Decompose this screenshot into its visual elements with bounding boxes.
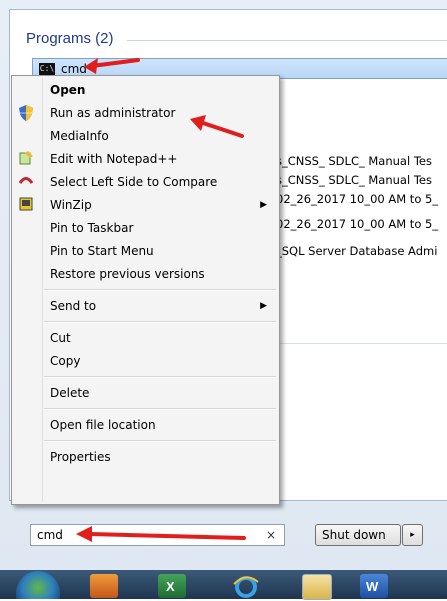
menu-item-label: Select Left Side to Compare — [50, 175, 218, 189]
divider — [276, 343, 447, 344]
menu-item-label: Copy — [50, 354, 81, 368]
menu-item-label: Properties — [50, 450, 111, 464]
menu-item-label: Open file location — [50, 418, 156, 432]
menu-item-open-file-location[interactable]: Open file location — [14, 414, 277, 436]
menu-item-label: Pin to Taskbar — [50, 221, 134, 235]
explorer-icon[interactable] — [302, 574, 332, 600]
menu-item-label: WinZip — [50, 198, 92, 212]
uac-shield-icon — [18, 105, 34, 121]
file-item[interactable]: _SQL Server Database Admi — [276, 242, 447, 261]
menu-item-label: Delete — [50, 386, 90, 400]
menu-item-pin-to-taskbar[interactable]: Pin to Taskbar — [14, 217, 277, 239]
submenu-arrow-icon: ▶ — [260, 301, 267, 311]
menu-separator — [44, 289, 276, 291]
shut-down-options-button[interactable]: ▸ — [402, 524, 423, 546]
menu-item-winzip[interactable]: WinZip ▶ — [14, 194, 277, 216]
menu-item-edit-with-notepad[interactable]: Edit with Notepad++ — [14, 148, 277, 170]
menu-item-restore-previous-versions[interactable]: Restore previous versions — [14, 263, 277, 285]
svg-text:W: W — [366, 579, 379, 594]
menu-item-open[interactable]: Open — [14, 79, 277, 101]
menu-item-properties[interactable]: Properties — [14, 446, 277, 468]
programs-header: Programs (2) — [26, 30, 114, 47]
menu-separator — [44, 321, 276, 323]
menu-item-label: Edit with Notepad++ — [50, 152, 178, 166]
programs-divider — [127, 40, 447, 41]
menu-item-label: Send to — [50, 299, 97, 313]
notepad-plus-icon — [18, 151, 34, 167]
file-item[interactable]: s_CNSS_ SDLC_ Manual Tes — [276, 152, 447, 171]
menu-item-label: Restore previous versions — [50, 267, 205, 281]
submenu-arrow-icon: ▶ — [260, 200, 267, 210]
menu-item-cut[interactable]: Cut — [14, 327, 277, 349]
file-item[interactable]: s_CNSS_ SDLC_ Manual Tes — [276, 171, 447, 190]
word-icon[interactable]: W — [360, 574, 388, 598]
menu-item-label: MediaInfo — [50, 129, 109, 143]
shut-down-button[interactable]: Shut down — [315, 524, 401, 546]
file-item[interactable]: 02_26_2017 10_00 AM to 5_ — [276, 215, 447, 234]
menu-item-label: Pin to Start Menu — [50, 244, 154, 258]
menu-item-copy[interactable]: Copy — [14, 350, 277, 372]
menu-item-label: Cut — [50, 331, 71, 345]
annotation-arrow — [84, 58, 140, 74]
cmd-icon: C:\ — [39, 62, 55, 75]
menu-item-delete[interactable]: Delete — [14, 382, 277, 404]
winzip-icon — [18, 197, 34, 213]
menu-item-send-to[interactable]: Send to ▶ — [14, 295, 277, 317]
compare-icon — [18, 174, 34, 190]
app-icon[interactable] — [90, 574, 118, 598]
excel-icon[interactable]: X — [158, 574, 186, 598]
menu-separator — [44, 440, 276, 442]
menu-item-label: Run as administrator — [50, 106, 176, 120]
menu-item-label: Open — [50, 83, 86, 97]
annotation-arrow — [190, 115, 244, 138]
menu-item-select-left-side[interactable]: Select Left Side to Compare — [14, 171, 277, 193]
svg-text:X: X — [166, 579, 175, 594]
menu-separator — [44, 376, 276, 378]
menu-item-pin-to-start-menu[interactable]: Pin to Start Menu — [14, 240, 277, 262]
clear-search-icon[interactable]: × — [266, 528, 276, 542]
menu-separator — [44, 408, 276, 410]
ie-icon[interactable] — [232, 574, 260, 598]
file-item[interactable]: 02_26_2017 10_00 AM to 5_ — [276, 190, 447, 209]
search-value: cmd — [37, 528, 63, 542]
annotation-arrow — [76, 526, 246, 542]
